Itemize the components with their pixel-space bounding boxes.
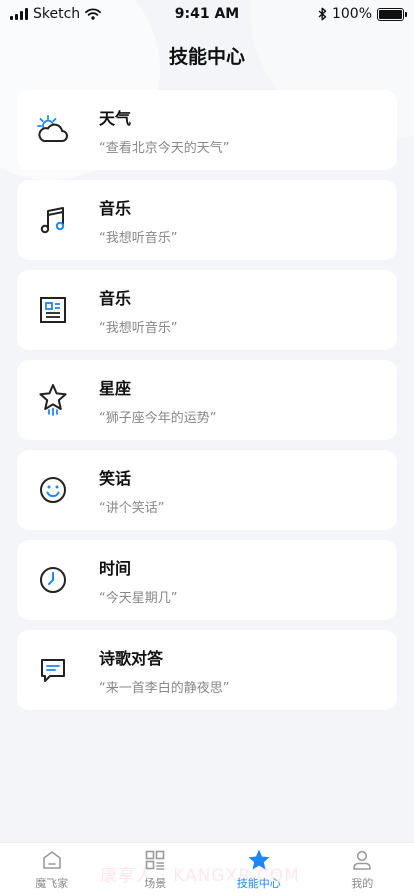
news-icon xyxy=(35,292,71,328)
skill-title: 音乐 xyxy=(99,198,132,218)
skill-example: “讲个笑话” xyxy=(99,500,165,516)
carrier-label: Sketch xyxy=(33,6,81,22)
battery-icon xyxy=(377,7,407,21)
skill-example: “来一首李白的静夜思” xyxy=(99,680,230,696)
skill-title: 诗歌对答 xyxy=(99,648,164,668)
profile-icon xyxy=(350,848,374,872)
tab-profile[interactable]: 我的 xyxy=(311,843,414,896)
skill-example: “我想听音乐” xyxy=(99,320,178,336)
skill-example: “今天星期几” xyxy=(99,590,178,606)
weather-icon xyxy=(35,112,71,148)
skill-card-joke[interactable]: 笑话 “讲个笑话” xyxy=(17,450,397,530)
skill-title: 音乐 xyxy=(99,288,132,308)
tab-label: 技能中心 xyxy=(236,877,281,890)
tab-bar: 魔飞家 场景 技能中心 我的 xyxy=(0,842,414,896)
bluetooth-icon xyxy=(318,7,327,21)
music-note-icon xyxy=(35,202,71,238)
skill-title: 天气 xyxy=(99,108,132,128)
tab-skills[interactable]: 技能中心 xyxy=(207,843,311,896)
wifi-icon xyxy=(85,8,102,20)
chat-icon xyxy=(35,652,71,688)
clock-icon xyxy=(35,562,71,598)
tab-scene[interactable]: 场景 xyxy=(104,843,208,896)
skill-card-music[interactable]: 音乐 “我想听音乐” xyxy=(17,180,397,260)
page-title: 技能中心 xyxy=(168,46,245,68)
smiley-icon xyxy=(35,472,71,508)
tab-home[interactable]: 魔飞家 xyxy=(0,843,104,896)
skill-card-time[interactable]: 时间 “今天星期几” xyxy=(17,540,397,620)
scene-icon xyxy=(143,848,167,872)
skill-title: 星座 xyxy=(99,378,132,398)
skill-example: “狮子座今年的运势” xyxy=(99,410,217,426)
skill-title: 时间 xyxy=(99,558,132,578)
tab-label: 魔飞家 xyxy=(35,877,69,890)
home-icon xyxy=(40,848,64,872)
skill-card-news[interactable]: 音乐 “我想听音乐” xyxy=(17,270,397,350)
tab-label: 我的 xyxy=(351,877,374,890)
signal-icon xyxy=(10,8,28,20)
tab-label: 场景 xyxy=(144,877,167,890)
skill-list: 天气 “查看北京今天的天气” 音乐 “我想听音乐” 音乐 “我想听音乐” 星座 … xyxy=(17,90,397,720)
star-icon xyxy=(35,382,71,418)
status-bar: Sketch 9:41 AM 100% xyxy=(0,0,414,28)
skill-title: 笑话 xyxy=(99,468,132,488)
skill-card-horoscope[interactable]: 星座 “狮子座今年的运势” xyxy=(17,360,397,440)
battery-percent: 100% xyxy=(331,6,372,22)
skill-card-poetry[interactable]: 诗歌对答 “来一首李白的静夜思” xyxy=(17,630,397,710)
skill-card-weather[interactable]: 天气 “查看北京今天的天气” xyxy=(17,90,397,170)
star-filled-icon xyxy=(247,848,271,872)
skill-example: “查看北京今天的天气” xyxy=(99,140,230,156)
skill-example: “我想听音乐” xyxy=(99,230,178,246)
